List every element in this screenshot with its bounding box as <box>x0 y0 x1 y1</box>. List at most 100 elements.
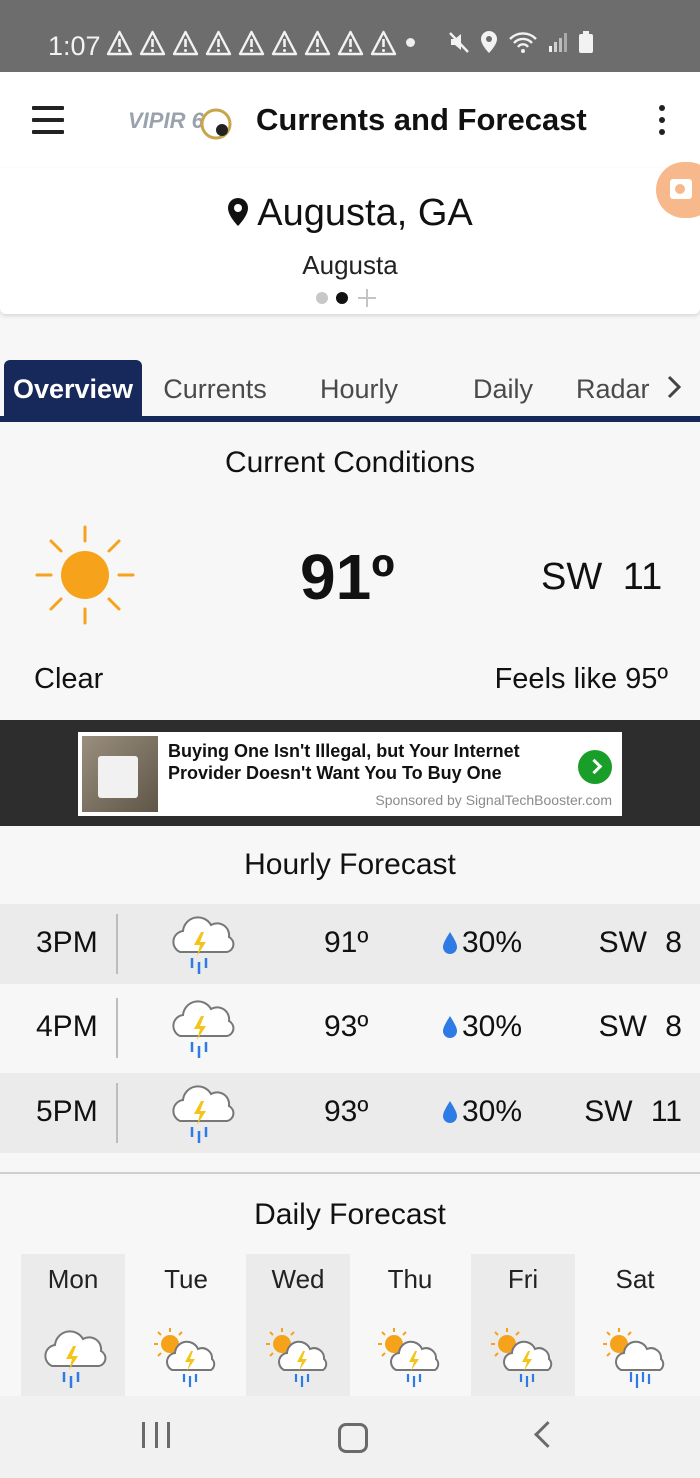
alert-icon <box>106 30 133 56</box>
day-column-mon[interactable]: Mon <box>21 1254 125 1396</box>
system-icons <box>448 30 594 54</box>
alert-icon <box>370 30 397 56</box>
current-wind: SW 11 <box>541 556 663 598</box>
alert-icon <box>238 30 265 56</box>
location-icon <box>481 31 497 53</box>
hour-time: 5PM <box>36 1095 98 1128</box>
hour-precip: 30% <box>462 1010 523 1043</box>
signal-icon <box>549 33 567 52</box>
hour-temperature: 91º <box>324 926 369 959</box>
raindrop-icon <box>442 931 458 955</box>
recent-apps-icon[interactable] <box>142 1422 170 1448</box>
alert-icon <box>271 30 298 56</box>
hourly-forecast-title: Hourly Forecast <box>244 848 456 881</box>
partly-sunny-rain-icon <box>599 1324 671 1392</box>
chevron-right-icon[interactable] <box>666 374 682 400</box>
alert-icon <box>304 30 331 56</box>
divider <box>116 1083 118 1143</box>
tab-hourly[interactable]: Hourly <box>292 360 426 416</box>
sun-icon <box>35 525 135 625</box>
add-location-icon[interactable] <box>358 289 376 307</box>
alert-icon <box>337 30 364 56</box>
home-icon[interactable] <box>338 1423 368 1453</box>
tab-overview[interactable]: Overview <box>4 360 142 416</box>
page-title: Currents and Forecast <box>256 102 587 137</box>
ad-banner[interactable]: Buying One Isn't Illegal, but Your Inter… <box>78 732 622 816</box>
divider <box>116 914 118 974</box>
page-dot-active[interactable] <box>336 292 348 304</box>
thunderstorm-icon <box>37 1324 109 1392</box>
alert-icon <box>205 30 232 56</box>
hourly-row[interactable]: 3PM 91º 30% SW 8 <box>0 904 700 984</box>
day-name: Fri <box>507 1264 539 1294</box>
hour-time: 3PM <box>36 926 98 959</box>
day-column-thu[interactable]: Thu <box>358 1254 462 1396</box>
hour-temperature: 93º <box>324 1010 369 1043</box>
location-pager <box>316 289 376 307</box>
day-column-wed[interactable]: Wed <box>246 1254 350 1396</box>
thunderstorm-icon <box>166 994 236 1062</box>
thunderstorm-icon <box>166 910 236 978</box>
hour-wind: SW 8 <box>598 926 682 959</box>
mute-icon <box>449 32 469 53</box>
day-name: Sat <box>615 1264 655 1294</box>
raindrop-icon <box>442 1100 458 1124</box>
logo-text: VIPIR 6 <box>128 108 205 133</box>
location-name: Augusta, GA <box>257 192 473 234</box>
hour-temperature: 93º <box>324 1095 369 1128</box>
feels-like: Feels like 95º <box>494 663 668 695</box>
location-header: Augusta, GA <box>0 192 700 235</box>
day-name: Thu <box>387 1264 433 1294</box>
app-bar: VIPIR 6 Currents and Forecast <box>0 72 700 169</box>
hour-time: 4PM <box>36 1010 98 1043</box>
section-divider <box>0 1172 700 1174</box>
current-condition: Clear <box>34 663 104 695</box>
back-icon[interactable] <box>534 1421 561 1448</box>
ad-image <box>82 736 158 812</box>
ad-go-arrow-icon[interactable] <box>578 750 612 784</box>
day-column-fri[interactable]: Fri <box>471 1254 575 1396</box>
partly-sunny-storm-icon <box>487 1324 559 1392</box>
day-column-tue[interactable]: Tue <box>134 1254 238 1396</box>
location-card[interactable]: Augusta, GA Augusta <box>0 168 700 314</box>
current-conditions-title: Current Conditions <box>224 446 476 479</box>
wifi-icon <box>509 32 537 53</box>
notification-icons <box>106 30 397 56</box>
tab-radar[interactable]: Radar <box>576 360 666 416</box>
current-temperature: 91º <box>300 541 395 613</box>
partly-sunny-storm-icon <box>150 1324 222 1392</box>
alert-icon <box>172 30 199 56</box>
day-name: Wed <box>271 1264 325 1294</box>
hour-wind: SW 11 <box>584 1095 682 1128</box>
station-logo: VIPIR 6 <box>128 108 232 140</box>
video-camera-icon <box>670 179 692 199</box>
system-navigation-bar <box>0 1396 700 1478</box>
status-time: 1:07 <box>48 31 101 61</box>
day-column-sat[interactable]: Sat <box>583 1254 687 1396</box>
hour-wind: SW 8 <box>598 1010 682 1043</box>
status-bar: 1:07 <box>0 0 700 72</box>
location-pin-icon <box>228 198 249 226</box>
battery-icon <box>579 31 593 53</box>
daily-forecast-title: Daily Forecast <box>254 1198 446 1231</box>
day-name: Mon <box>47 1264 99 1294</box>
tab-daily[interactable]: Daily <box>436 360 570 416</box>
hourly-row[interactable]: 5PM 93º 30% SW 11 <box>0 1073 700 1153</box>
hourly-row[interactable]: 4PM 93º 30% SW 8 <box>0 988 700 1068</box>
overflow-menu-button[interactable] <box>652 105 672 139</box>
page-dot[interactable] <box>316 292 328 304</box>
ad-sponsor: Sponsored by SignalTechBooster.com <box>375 792 612 808</box>
more-notifications-dot <box>406 38 415 47</box>
alert-icon <box>139 30 166 56</box>
thunderstorm-icon <box>166 1079 236 1147</box>
ad-headline: Buying One Isn't Illegal, but Your Inter… <box>168 741 520 783</box>
divider <box>116 998 118 1058</box>
tab-currents[interactable]: Currents <box>148 360 282 416</box>
location-subname: Augusta <box>302 250 398 280</box>
hour-precip: 30% <box>462 1095 523 1128</box>
tab-bar: Overview Currents Hourly Daily Radar <box>0 358 700 422</box>
menu-button[interactable] <box>32 106 64 134</box>
partly-sunny-storm-icon <box>262 1324 334 1392</box>
day-name: Tue <box>164 1264 208 1294</box>
raindrop-icon <box>442 1015 458 1039</box>
